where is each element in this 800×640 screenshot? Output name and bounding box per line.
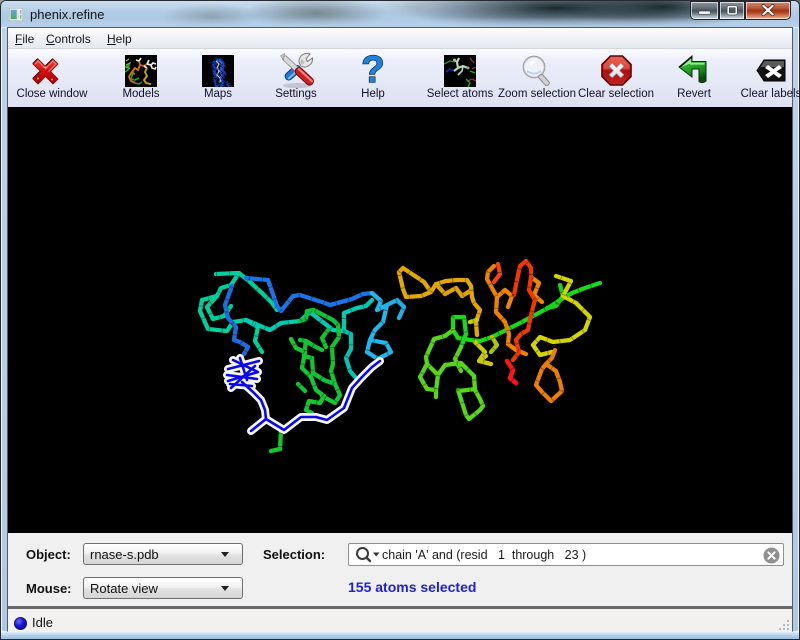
- svg-text:?: ?: [361, 53, 384, 89]
